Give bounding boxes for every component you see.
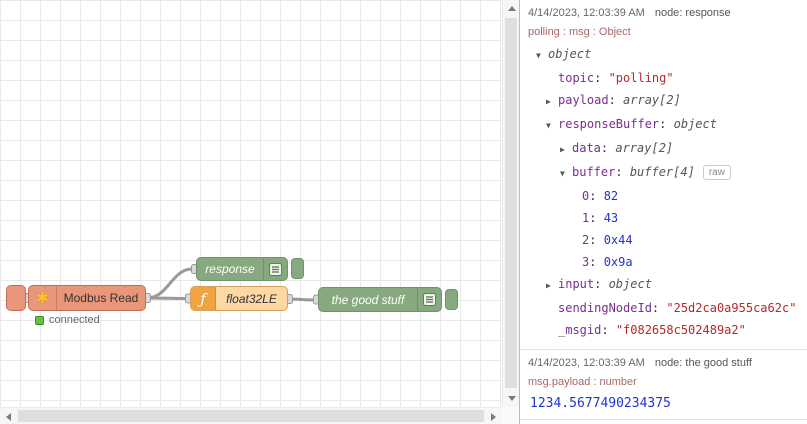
object-key: payload bbox=[558, 93, 623, 107]
function-icon: ƒ bbox=[191, 287, 216, 310]
message-topic: polling : msg : Object bbox=[528, 26, 631, 38]
object-value: buffer[4] bbox=[629, 165, 695, 179]
debug-message: 4/14/2023, 12:03:39 AM node: the good stu… bbox=[520, 350, 807, 420]
object-value: array[2] bbox=[623, 93, 681, 107]
object-type: object bbox=[548, 47, 592, 61]
scroll-down-button[interactable] bbox=[503, 390, 520, 407]
debug-list-icon bbox=[417, 288, 441, 311]
node-red-window: ✱ Modbus Read connected response ƒ float… bbox=[0, 0, 807, 424]
object-value: 43 bbox=[603, 211, 619, 225]
tree-row: 20x44 bbox=[528, 229, 799, 251]
node-float32le[interactable]: ƒ float32LE bbox=[190, 286, 288, 311]
scroll-left-button[interactable] bbox=[0, 408, 17, 424]
scrollbar-thumb[interactable] bbox=[18, 410, 484, 422]
tree-row: dataarray[2] bbox=[528, 137, 799, 161]
wire-layer bbox=[21, 264, 323, 305]
debug-sidebar[interactable]: 4/14/2023, 12:03:39 AM node: response pol… bbox=[519, 0, 807, 424]
modbus-icon-glyph: ✱ bbox=[36, 290, 49, 307]
message-meta: 4/14/2023, 12:03:39 AM node: response bbox=[528, 7, 799, 19]
message-node-name: node: the good stuff bbox=[654, 357, 752, 369]
expand-icon[interactable] bbox=[546, 275, 558, 297]
node-status: connected bbox=[35, 314, 100, 326]
object-key: sendingNodeId bbox=[558, 301, 666, 315]
scroll-up-button[interactable] bbox=[503, 0, 520, 17]
object-key: 0 bbox=[582, 189, 604, 203]
object-key: 1 bbox=[582, 211, 604, 225]
message-topic: msg.payload : number bbox=[528, 376, 637, 388]
tree-row: payloadarray[2] bbox=[528, 89, 799, 113]
tree-row: 30x9a bbox=[528, 251, 799, 273]
payload-value: 1234.5677490234375 bbox=[530, 396, 671, 411]
node-label: Modbus Read bbox=[63, 291, 139, 305]
scroll-right-button[interactable] bbox=[485, 408, 502, 424]
debug-toggle-button[interactable] bbox=[445, 289, 458, 310]
message-meta: 4/14/2023, 12:03:39 AM node: the good stu… bbox=[528, 357, 799, 369]
object-key: 2 bbox=[582, 233, 604, 247]
object-value: object bbox=[608, 277, 652, 291]
collapse-icon[interactable] bbox=[560, 163, 572, 185]
object-key: buffer bbox=[572, 165, 630, 179]
tree-row: sendingNodeId"25d2ca0a955ca62c" bbox=[528, 297, 799, 319]
status-label: connected bbox=[49, 314, 100, 326]
tree-row: _msgid"f082658c502489a2" bbox=[528, 319, 799, 341]
tree-row: bufferbuffer[4] raw bbox=[528, 161, 799, 185]
tree-row: responseBufferobject bbox=[528, 113, 799, 137]
message-node-name: node: response bbox=[654, 7, 731, 19]
raw-button[interactable]: raw bbox=[702, 165, 731, 180]
node-label: the good stuff bbox=[331, 292, 405, 307]
expand-icon[interactable] bbox=[546, 91, 558, 113]
object-key: responseBuffer bbox=[558, 117, 674, 131]
object-value: 0x9a bbox=[603, 255, 633, 269]
object-key: _msgid bbox=[558, 323, 616, 337]
message-timestamp: 4/14/2023, 12:03:39 AM bbox=[528, 357, 645, 369]
tree-row: 143 bbox=[528, 207, 799, 229]
node-modbus-read[interactable]: ✱ Modbus Read bbox=[28, 285, 146, 311]
tree-row: topic"polling" bbox=[528, 67, 799, 89]
flow-canvas[interactable]: ✱ Modbus Read connected response ƒ float… bbox=[0, 0, 502, 407]
collapse-icon[interactable] bbox=[536, 45, 548, 67]
object-key: 3 bbox=[582, 255, 604, 269]
node-label: float32LE bbox=[226, 291, 277, 306]
horizontal-scrollbar[interactable] bbox=[0, 407, 502, 424]
debug-toggle-button[interactable] bbox=[291, 258, 304, 279]
object-key: data bbox=[572, 141, 615, 155]
node-the-good-stuff[interactable]: the good stuff bbox=[318, 287, 442, 312]
wire[interactable] bbox=[146, 267, 193, 300]
node-label: response bbox=[205, 262, 255, 276]
collapse-icon[interactable] bbox=[546, 115, 558, 137]
debug-message: 4/14/2023, 12:03:39 AM node: response pol… bbox=[520, 0, 807, 350]
object-value: 82 bbox=[603, 189, 619, 203]
vertical-scrollbar[interactable] bbox=[502, 0, 519, 407]
object-value: object bbox=[673, 117, 717, 131]
object-value: 0x44 bbox=[603, 233, 633, 247]
tree-row: 082 bbox=[528, 185, 799, 207]
object-value: array[2] bbox=[615, 141, 674, 155]
modbus-icon: ✱ bbox=[29, 286, 57, 310]
scrollbar-corner bbox=[502, 407, 519, 424]
object-value: "25d2ca0a955ca62c" bbox=[666, 301, 797, 315]
scrollbar-thumb[interactable] bbox=[505, 18, 517, 388]
object-value: "f082658c502489a2" bbox=[615, 323, 746, 337]
object-value: "polling" bbox=[608, 71, 674, 85]
object-key: topic bbox=[558, 71, 609, 85]
wire[interactable] bbox=[146, 296, 188, 300]
tree-row: object bbox=[528, 43, 799, 67]
debug-list-icon bbox=[263, 258, 287, 280]
status-dot-icon bbox=[35, 315, 44, 325]
node-response[interactable]: response bbox=[196, 257, 288, 281]
expand-icon[interactable] bbox=[560, 139, 572, 161]
node-modbus-trigger[interactable] bbox=[6, 285, 26, 311]
message-timestamp: 4/14/2023, 12:03:39 AM bbox=[528, 7, 645, 19]
object-key: input bbox=[558, 277, 609, 291]
function-icon-glyph: ƒ bbox=[200, 289, 206, 308]
tree-row: inputobject bbox=[528, 273, 799, 297]
